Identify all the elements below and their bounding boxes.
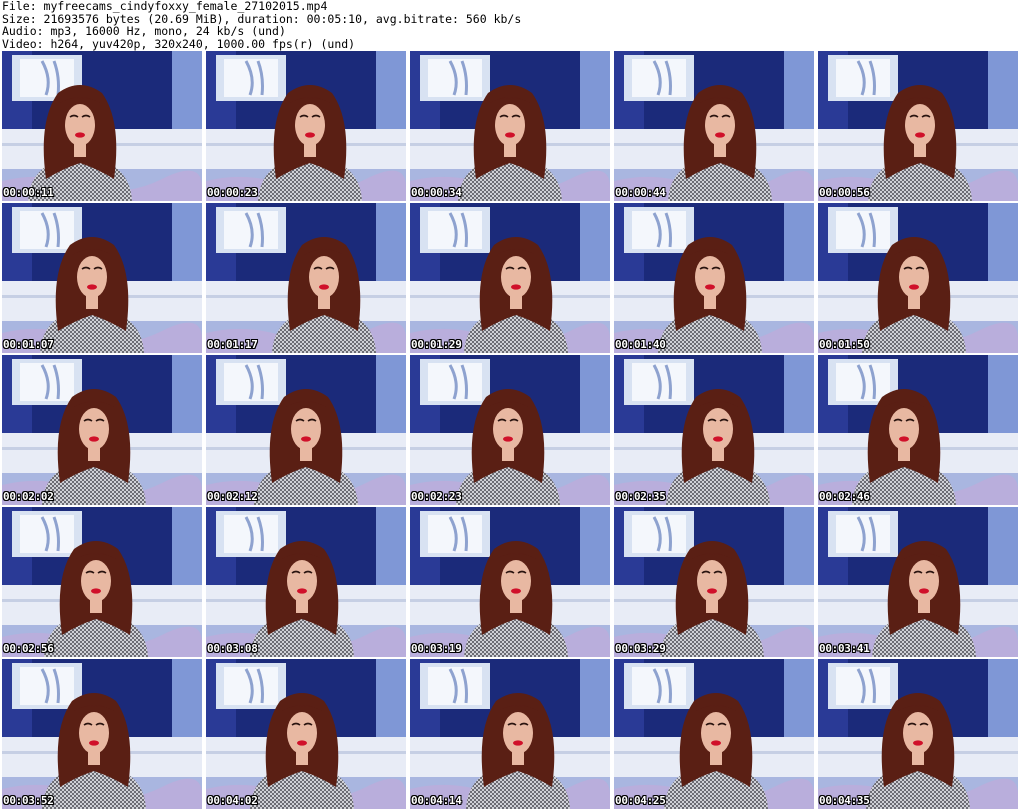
- timestamp-label: 00:02:56: [3, 642, 54, 655]
- timestamp-label: 00:00:56: [819, 186, 870, 199]
- timestamp-label: 00:02:23: [411, 490, 462, 503]
- timestamp-label: 00:01:17: [207, 338, 258, 351]
- video-thumbnail: 00:03:29: [614, 507, 814, 657]
- video-thumbnail: 00:00:11: [2, 51, 202, 201]
- thumbnail-image: [2, 203, 202, 353]
- thumbnail-image: [614, 355, 814, 505]
- video-thumbnail: 00:04:14: [410, 659, 610, 809]
- video-thumbnail: 00:00:44: [614, 51, 814, 201]
- thumbnail-image: [410, 659, 610, 809]
- video-thumbnail: 00:02:02: [2, 355, 202, 505]
- timestamp-label: 00:02:02: [3, 490, 54, 503]
- timestamp-label: 00:00:11: [3, 186, 54, 199]
- thumbnail-image: [410, 51, 610, 201]
- video-thumbnail: 00:04:35: [818, 659, 1018, 809]
- timestamp-label: 00:01:07: [3, 338, 54, 351]
- thumbnail-image: [206, 507, 406, 657]
- thumbnail-image: [410, 203, 610, 353]
- video-info-line: Video: h264, yuv420p, 320x240, 1000.00 f…: [2, 36, 356, 51]
- file-name-line: File: myfreecams_cindyfoxxy_female_27102…: [2, 0, 328, 13]
- video-thumbnail: 00:02:23: [410, 355, 610, 505]
- thumbnail-image: [818, 507, 1018, 657]
- video-thumbnail: 00:02:56: [2, 507, 202, 657]
- video-thumbnail: 00:03:41: [818, 507, 1018, 657]
- timestamp-label: 00:03:29: [615, 642, 666, 655]
- thumbnail-image: [206, 51, 406, 201]
- thumbnail-image: [818, 659, 1018, 809]
- thumbnail-image: [818, 51, 1018, 201]
- video-thumbnail: 00:00:56: [818, 51, 1018, 201]
- video-thumbnail: 00:04:02: [206, 659, 406, 809]
- timestamp-label: 00:02:12: [207, 490, 258, 503]
- timestamp-label: 00:02:35: [615, 490, 666, 503]
- video-thumbnail: 00:02:12: [206, 355, 406, 505]
- video-thumbnail: 00:00:34: [410, 51, 610, 201]
- video-thumbnail: 00:00:23: [206, 51, 406, 201]
- video-thumbnail: 00:01:29: [410, 203, 610, 353]
- timestamp-label: 00:00:44: [615, 186, 666, 199]
- thumbnail-image: [410, 355, 610, 505]
- thumbnail-image: [614, 203, 814, 353]
- video-thumbnail: 00:03:08: [206, 507, 406, 657]
- timestamp-label: 00:04:14: [411, 794, 462, 807]
- timestamp-label: 00:04:25: [615, 794, 666, 807]
- thumbnail-image: [614, 507, 814, 657]
- video-thumbnail: 00:02:46: [818, 355, 1018, 505]
- thumbnail-image: [614, 51, 814, 201]
- thumbnail-image: [614, 659, 814, 809]
- video-thumbnail: 00:01:07: [2, 203, 202, 353]
- video-thumbnail: 00:02:35: [614, 355, 814, 505]
- timestamp-label: 00:04:35: [819, 794, 870, 807]
- thumbnail-image: [206, 659, 406, 809]
- thumbnail-image: [818, 203, 1018, 353]
- thumbnail-image: [410, 507, 610, 657]
- timestamp-label: 00:01:50: [819, 338, 870, 351]
- thumbnail-image: [2, 507, 202, 657]
- thumbnail-grid: 00:00:11 00:00:23 00:00:34 00:00:44 00:00:56…: [2, 51, 1018, 809]
- video-thumbnail: 00:01:50: [818, 203, 1018, 353]
- audio-info-line: Audio: mp3, 16000 Hz, mono, 24 kb/s (und…: [2, 24, 286, 39]
- video-thumbnail: 00:01:17: [206, 203, 406, 353]
- thumbnail-image: [2, 355, 202, 505]
- thumbnail-image: [206, 203, 406, 353]
- file-info-header: File: myfreecams_cindyfoxxy_female_27102…: [2, 0, 1020, 50]
- video-thumbnail: 00:01:40: [614, 203, 814, 353]
- timestamp-label: 00:02:46: [819, 490, 870, 503]
- timestamp-label: 00:03:41: [819, 642, 870, 655]
- timestamp-label: 00:03:08: [207, 642, 258, 655]
- thumbnail-image: [818, 355, 1018, 505]
- thumbnail-image: [206, 355, 406, 505]
- thumbnail-image: [2, 51, 202, 201]
- video-thumbnail: 00:03:52: [2, 659, 202, 809]
- video-thumbnail: 00:04:25: [614, 659, 814, 809]
- timestamp-label: 00:00:34: [411, 186, 462, 199]
- timestamp-label: 00:00:23: [207, 186, 258, 199]
- timestamp-label: 00:03:19: [411, 642, 462, 655]
- timestamp-label: 00:01:40: [615, 338, 666, 351]
- timestamp-label: 00:01:29: [411, 338, 462, 351]
- thumbnail-image: [2, 659, 202, 809]
- video-thumbnail: 00:03:19: [410, 507, 610, 657]
- timestamp-label: 00:04:02: [207, 794, 258, 807]
- timestamp-label: 00:03:52: [3, 794, 54, 807]
